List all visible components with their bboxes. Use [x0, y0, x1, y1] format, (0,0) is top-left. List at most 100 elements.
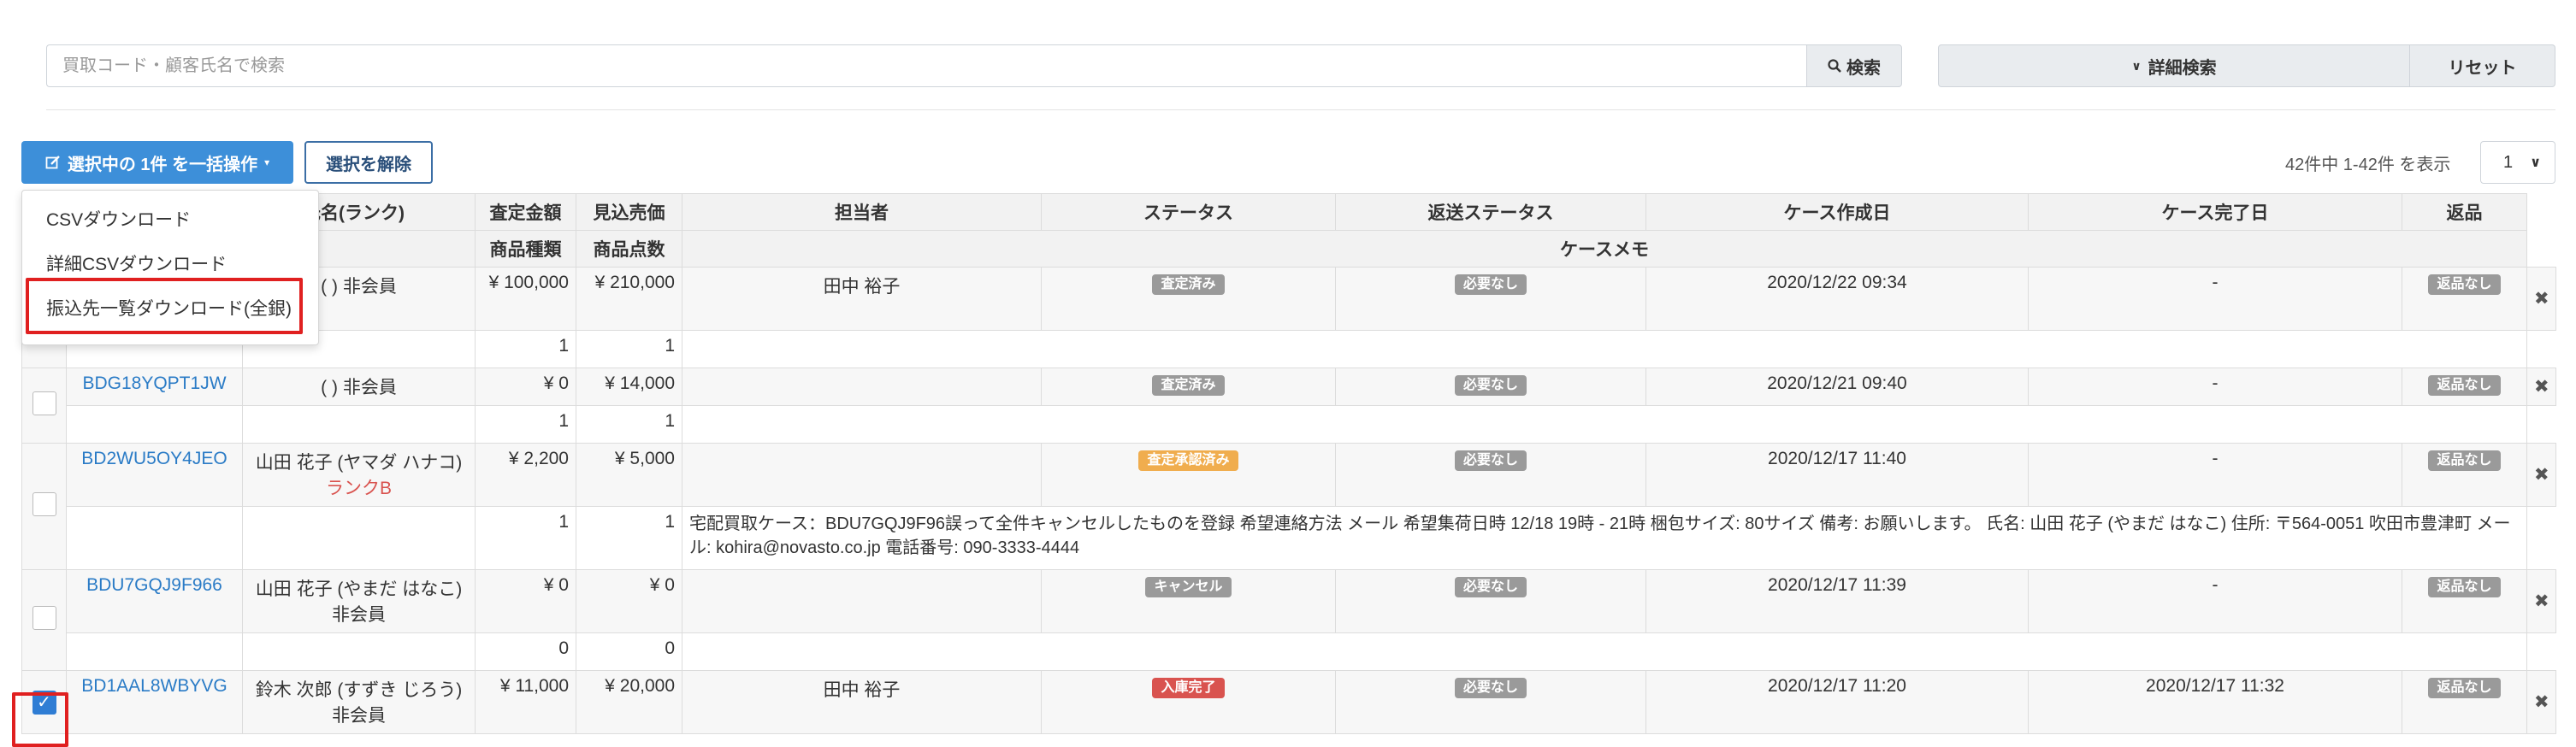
status-badge: 査定済み [1152, 274, 1225, 295]
table-row: BDG18YQPT1JW ( ) 非会員 ¥ 0 ¥ 14,000 査定済み 必… [21, 368, 2556, 444]
page-select[interactable]: 1 ∨ [2480, 141, 2555, 184]
return-status-badge: 必要なし [1454, 450, 1527, 471]
header-staff: 担当者 [682, 193, 1042, 231]
case-code-link[interactable]: BD2WU5OY4JEO [66, 443, 243, 507]
case-code-link[interactable]: BDU7GQJ9F966 [66, 569, 243, 633]
expected-price: ¥ 20,000 [576, 670, 682, 734]
customer-rank: 非会員 [332, 706, 386, 726]
header-types: 商品種類 [475, 230, 576, 268]
menu-item-detail-csv-download[interactable]: 詳細CSVダウンロード [46, 250, 227, 276]
return-status-badge: 必要なし [1454, 678, 1527, 698]
returned-badge: 返品なし [2428, 678, 2501, 698]
item-count: 1 [576, 506, 682, 570]
delete-icon[interactable]: ✖ [2526, 267, 2556, 331]
row-checkbox-cell [21, 368, 67, 444]
header-status: ステータス [1041, 193, 1336, 231]
return-status-badge: 必要なし [1454, 375, 1527, 396]
header-count: 商品点数 [576, 230, 682, 268]
customer-name: 山田 花子 (やまだ はなこ) [255, 579, 463, 599]
search-button-label: 検索 [1846, 58, 1881, 78]
reset-button[interactable]: リセット [2410, 44, 2555, 87]
delete-icon[interactable]: ✖ [2526, 443, 2556, 507]
customer-cell: 山田 花子 (ヤマダ ハナコ) ランクB [242, 443, 476, 507]
completed-date: - [2028, 569, 2402, 633]
customer-cell: 鈴木 次郎 (すずき じろう) 非会員 [242, 670, 476, 734]
customer-cell: 山田 花子 (やまだ はなこ) 非会員 [242, 569, 476, 633]
staff-name: 田中 裕子 [682, 670, 1042, 734]
empty-cell [66, 632, 243, 671]
header-return-status: 返送ステータス [1335, 193, 1646, 231]
search-button[interactable]: 検索 [1806, 44, 1902, 87]
returned-badge: 返品なし [2428, 577, 2501, 597]
row-checkbox[interactable] [32, 605, 56, 630]
delete-icon[interactable]: ✖ [2526, 569, 2556, 633]
table-row-detail: 1 1 宅配買取ケース：BDU7GQJ9F96誤って全件キャンセルしたものを登録… [22, 506, 2556, 570]
item-count: 1 [576, 330, 682, 368]
menu-item-csv-download[interactable]: CSVダウンロード [46, 206, 191, 232]
empty-cell [2526, 506, 2556, 570]
return-status-cell: 必要なし [1335, 569, 1646, 633]
detail-search-button[interactable]: ∨ 詳細検索 [1938, 44, 2410, 87]
status-cell: 査定承認済み [1041, 443, 1336, 507]
delete-icon[interactable]: ✖ [2526, 368, 2556, 406]
table-row-detail: 1 1 [22, 405, 2556, 444]
detail-search-label: 詳細検索 [2148, 58, 2217, 78]
assess-amount: ¥ 0 [475, 569, 576, 633]
item-types: 1 [475, 330, 576, 368]
return-status-badge: 必要なし [1454, 577, 1527, 597]
header-assess: 査定金額 [475, 193, 576, 231]
status-cell: 査定済み [1041, 368, 1336, 406]
delete-icon[interactable]: ✖ [2526, 670, 2556, 734]
bulk-action-button[interactable]: 選択中の 1件 を一括操作 ▾ [21, 141, 293, 184]
case-memo: 宅配買取ケース：BDU7GQJ9F96誤って全件キャンセルしたものを登録 希望連… [682, 506, 2527, 570]
item-count: 1 [576, 405, 682, 444]
assess-amount: ¥ 100,000 [475, 267, 576, 331]
case-memo [682, 405, 2527, 444]
table-row: ( ) 非会員 ¥ 100,000 ¥ 210,000 田中 裕子 査定済み 必… [21, 267, 2556, 368]
clear-selection-label: 選択を解除 [326, 155, 411, 174]
item-types: 0 [475, 632, 576, 671]
item-types: 1 [475, 405, 576, 444]
status-badge: キャンセル [1145, 577, 1232, 597]
table-row-detail: 1 1 [22, 330, 2556, 368]
assess-amount: ¥ 0 [475, 368, 576, 406]
reset-label: リセット [2448, 58, 2517, 78]
empty-cell [66, 405, 243, 444]
detail-search-group: ∨ 詳細検索 リセット [1938, 44, 2555, 87]
assess-amount: ¥ 11,000 [475, 670, 576, 734]
staff-name [682, 368, 1042, 406]
header-created: ケース作成日 [1645, 193, 2029, 231]
case-memo [682, 632, 2527, 671]
case-code-link[interactable]: BD1AAL8WBYVG [66, 670, 243, 734]
search-icon [1828, 59, 1841, 73]
customer-name: 鈴木 次郎 (すずき じろう) [255, 680, 463, 700]
status-cell: キャンセル [1041, 569, 1336, 633]
search-bar: 検索 [46, 44, 1902, 87]
status-cell: 入庫完了 [1041, 670, 1336, 734]
row-checkbox[interactable] [32, 391, 56, 415]
empty-cell [66, 506, 243, 570]
customer-rank: ランクB [325, 479, 392, 498]
completed-date: - [2028, 368, 2402, 406]
header-action [2526, 193, 2556, 231]
item-count: 0 [576, 632, 682, 671]
expected-price: ¥ 0 [576, 569, 682, 633]
header2-spacer [2526, 230, 2556, 268]
expected-price: ¥ 210,000 [576, 267, 682, 331]
status-badge: 入庫完了 [1152, 678, 1225, 698]
row-checkbox-cell [21, 569, 67, 671]
edit-icon [45, 156, 60, 169]
empty-cell [2526, 405, 2556, 444]
returned-cell: 返品なし [2402, 267, 2527, 331]
header-expected: 見込売価 [576, 193, 682, 231]
case-code-link[interactable]: BDG18YQPT1JW [66, 368, 243, 406]
created-date: 2020/12/17 11:40 [1645, 443, 2029, 507]
search-input[interactable] [46, 44, 1806, 87]
clear-selection-button[interactable]: 選択を解除 [304, 141, 433, 184]
row-checkbox[interactable] [32, 491, 56, 516]
item-types: 1 [475, 506, 576, 570]
case-memo [682, 330, 2527, 368]
highlight-box [26, 278, 303, 334]
case-table: 氏名(ランク) 査定金額 見込売価 担当者 ステータス 返送ステータス ケース作… [21, 193, 2556, 734]
empty-cell [242, 632, 476, 671]
